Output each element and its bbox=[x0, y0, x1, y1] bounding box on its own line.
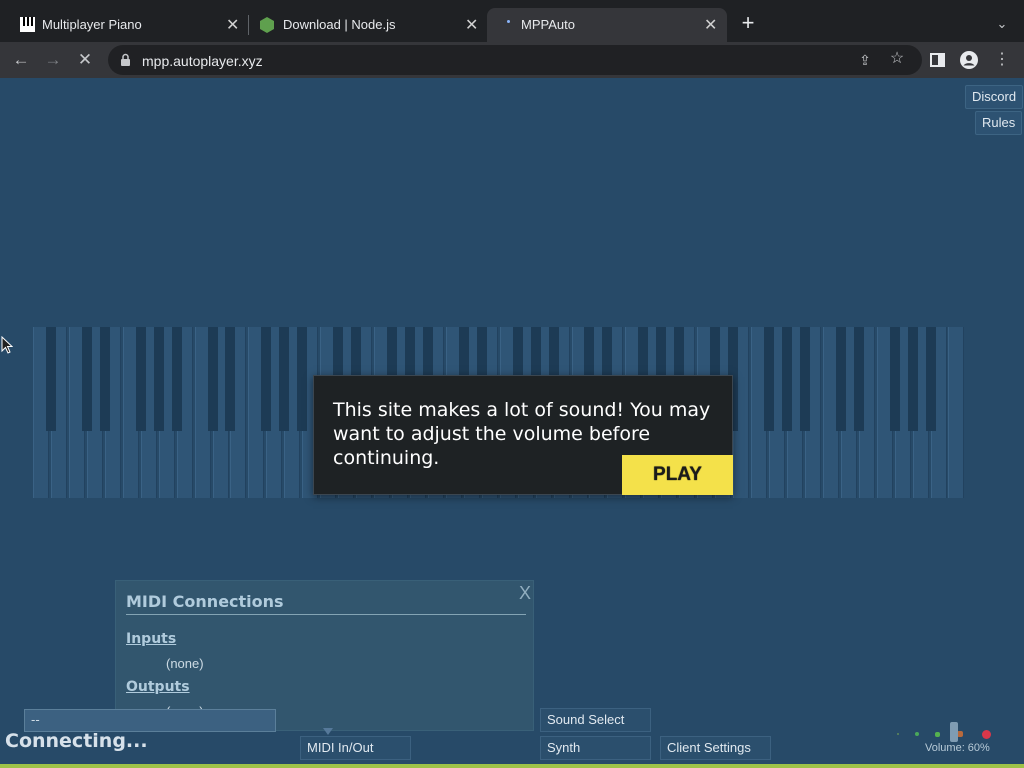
sound-select-button[interactable]: Sound Select bbox=[540, 708, 651, 732]
black-key[interactable] bbox=[297, 327, 308, 431]
black-key[interactable] bbox=[907, 327, 918, 431]
volume-slider-knob[interactable] bbox=[950, 722, 958, 742]
black-key[interactable] bbox=[835, 327, 846, 431]
address-bar[interactable]: mpp.autoplayer.xyz ⇪ ☆ bbox=[108, 45, 922, 75]
tab-title: Multiplayer Piano bbox=[42, 17, 142, 32]
midi-close-button[interactable]: X bbox=[519, 583, 531, 604]
new-tab-plus-icon[interactable]: + bbox=[737, 12, 759, 34]
loading-icon bbox=[507, 20, 510, 23]
tab-multiplayer-piano[interactable]: Multiplayer Piano ✕ bbox=[8, 8, 248, 42]
tab-title: MPPAuto bbox=[521, 17, 575, 32]
volume-led bbox=[935, 732, 940, 737]
tab-nodejs-download[interactable]: Download | Node.js ✕ bbox=[249, 8, 487, 42]
bottom-status-strip bbox=[0, 764, 1024, 768]
black-key[interactable] bbox=[135, 327, 146, 431]
browser-tab-strip: Multiplayer Piano ✕ Download | Node.js ✕… bbox=[0, 0, 1024, 42]
tab-title: Download | Node.js bbox=[283, 17, 396, 32]
black-key[interactable] bbox=[153, 327, 164, 431]
black-key[interactable] bbox=[763, 327, 774, 431]
black-key[interactable] bbox=[781, 327, 792, 431]
discord-button[interactable]: Discord bbox=[965, 85, 1024, 109]
url-text: mpp.autoplayer.xyz bbox=[142, 53, 263, 69]
black-key[interactable] bbox=[225, 327, 236, 431]
sound-warning-modal: This site makes a lot of sound! You may … bbox=[313, 375, 733, 495]
back-arrow-icon[interactable]: ← bbox=[10, 50, 32, 70]
browser-toolbar: ← → ✕ mpp.autoplayer.xyz ⇪ ☆ ⋮ bbox=[0, 42, 1024, 78]
black-key[interactable] bbox=[799, 327, 810, 431]
volume-led bbox=[897, 733, 899, 735]
tab-mppauto[interactable]: MPPAuto ✕ bbox=[487, 8, 727, 42]
close-tab-icon[interactable]: ✕ bbox=[226, 15, 239, 35]
rules-button[interactable]: Rules bbox=[975, 111, 1023, 135]
profile-icon[interactable] bbox=[960, 51, 978, 69]
black-key[interactable] bbox=[207, 327, 218, 431]
midi-outputs-label[interactable]: Outputs bbox=[126, 679, 190, 695]
bookmark-star-icon[interactable]: ☆ bbox=[886, 49, 908, 69]
midi-arrow-icon bbox=[323, 728, 333, 735]
share-icon[interactable]: ⇪ bbox=[854, 50, 876, 70]
midi-panel-title: MIDI Connections bbox=[126, 592, 284, 611]
forward-arrow-icon[interactable]: → bbox=[42, 50, 64, 70]
synth-button[interactable]: Synth bbox=[540, 736, 651, 760]
midi-in-out-button[interactable]: MIDI In/Out bbox=[300, 736, 411, 760]
mouse-cursor-icon bbox=[1, 336, 13, 354]
play-button[interactable]: PLAY bbox=[622, 455, 733, 495]
volume-led bbox=[982, 730, 991, 739]
white-key[interactable] bbox=[948, 327, 965, 498]
close-tab-icon[interactable]: ✕ bbox=[465, 15, 478, 35]
client-settings-button[interactable]: Client Settings bbox=[660, 736, 771, 760]
lock-icon bbox=[121, 53, 130, 66]
mpp-page: Discord Rules This site makes a lot of s… bbox=[0, 78, 1024, 768]
midi-inputs-label[interactable]: Inputs bbox=[126, 631, 176, 647]
black-key[interactable] bbox=[99, 327, 110, 431]
black-key[interactable] bbox=[261, 327, 272, 431]
piano-icon bbox=[20, 17, 35, 32]
connection-status: Connecting... bbox=[5, 730, 148, 752]
volume-led bbox=[915, 732, 919, 736]
side-panel-icon[interactable] bbox=[930, 53, 945, 67]
black-key[interactable] bbox=[45, 327, 56, 431]
black-key[interactable] bbox=[853, 327, 864, 431]
chat-input[interactable]: -- bbox=[24, 709, 276, 732]
tab-search-chevron-icon[interactable]: ⌄ bbox=[991, 14, 1013, 34]
stop-loading-icon[interactable]: ✕ bbox=[74, 50, 96, 70]
nodejs-icon bbox=[260, 17, 274, 33]
black-key[interactable] bbox=[279, 327, 290, 431]
black-key[interactable] bbox=[171, 327, 182, 431]
close-tab-icon[interactable]: ✕ bbox=[704, 15, 717, 35]
black-key[interactable] bbox=[925, 327, 936, 431]
black-key[interactable] bbox=[81, 327, 92, 431]
black-key[interactable] bbox=[889, 327, 900, 431]
divider bbox=[126, 614, 526, 615]
midi-inputs-value: (none) bbox=[166, 656, 204, 671]
more-menu-icon[interactable]: ⋮ bbox=[991, 50, 1013, 70]
volume-label: Volume: 60% bbox=[925, 742, 990, 754]
